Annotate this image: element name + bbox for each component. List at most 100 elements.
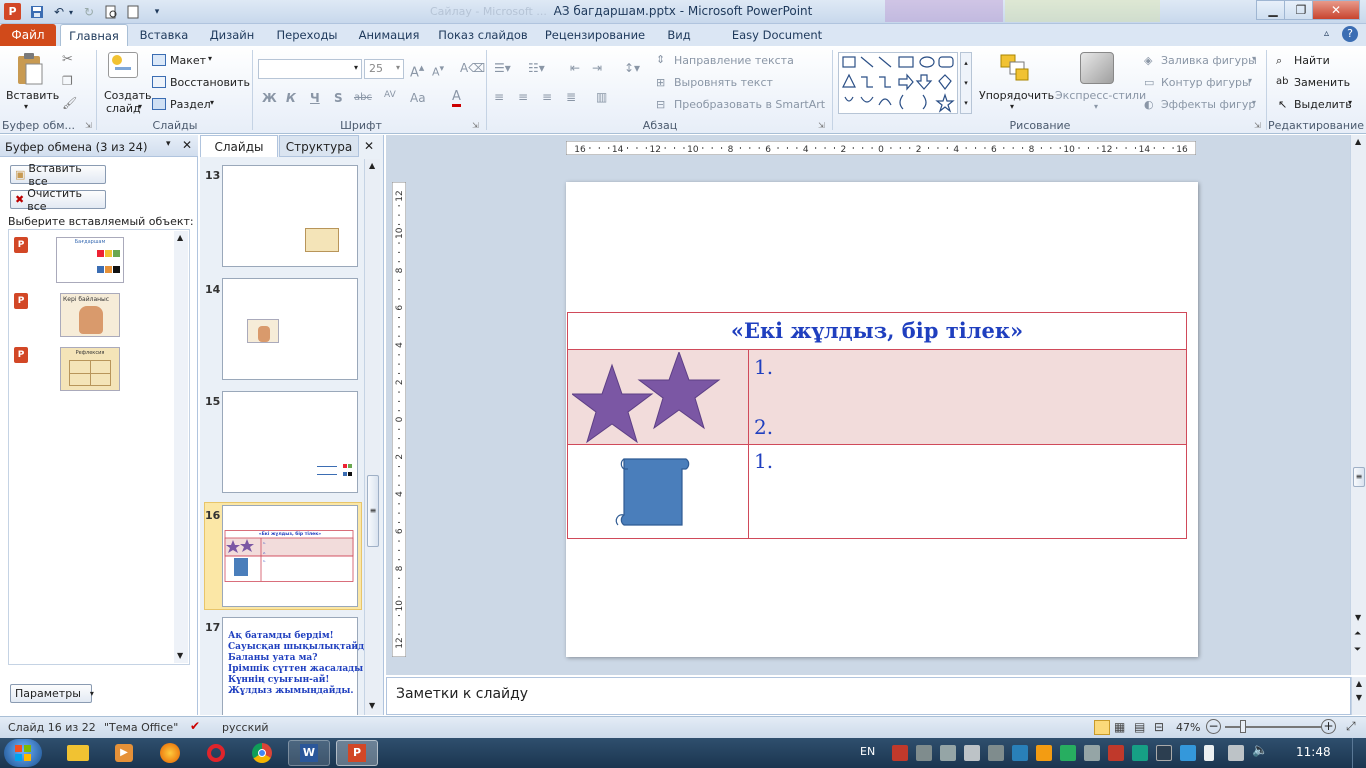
- font-name-field[interactable]: ▾: [258, 59, 362, 79]
- next-slide-icon[interactable]: ⏷: [1354, 645, 1361, 655]
- align-right-icon[interactable]: ≡: [542, 90, 552, 104]
- font-name-dropdown-icon[interactable]: ▾: [354, 63, 358, 72]
- select-dropdown-icon[interactable]: ▾: [1348, 98, 1352, 107]
- smartart-icon[interactable]: ⊟: [656, 98, 665, 111]
- editor-scrollbar[interactable]: ▲ ≡ ▼ ⏶ ⏷: [1350, 135, 1366, 675]
- format-painter-icon[interactable]: 🖌: [62, 96, 77, 110]
- tab-insert[interactable]: Вставка: [134, 24, 194, 46]
- section-button[interactable]: Раздел: [170, 98, 211, 111]
- reset-icon[interactable]: [152, 76, 166, 88]
- tab-slideshow[interactable]: Показ слайдов: [436, 24, 530, 46]
- tab-view[interactable]: Вид: [660, 24, 698, 46]
- tab-transitions[interactable]: Переходы: [270, 24, 344, 46]
- opera-taskbar-icon[interactable]: [196, 740, 236, 766]
- select-icon[interactable]: ↖: [1278, 98, 1287, 111]
- editor-scroll-up-icon[interactable]: ▲: [1355, 137, 1361, 146]
- tab-slides[interactable]: Слайды: [200, 135, 278, 157]
- align-left-icon[interactable]: ≡: [494, 90, 504, 104]
- shape-fill-dropdown-icon[interactable]: ▾: [1252, 54, 1256, 63]
- quick-styles-button[interactable]: Экспресс-стили: [1055, 89, 1146, 102]
- normal-view-icon[interactable]: [1094, 720, 1110, 735]
- slide-title[interactable]: «Екі жұлдыз, бір тілек»: [568, 318, 1186, 343]
- shape-effects-icon[interactable]: ◐: [1144, 98, 1154, 111]
- powerpoint-taskbar-icon[interactable]: P: [336, 740, 378, 766]
- clipboard-item-bagdarsham[interactable]: P Бағдаршам: [10, 235, 180, 287]
- volume-icon[interactable]: 🔈: [1252, 743, 1268, 758]
- clock[interactable]: 11:48: [1296, 745, 1331, 759]
- slides-scroll-thumb[interactable]: ≡: [367, 475, 379, 547]
- layout-dropdown-icon[interactable]: ▾: [208, 54, 212, 63]
- slideshow-view-icon[interactable]: ⊟: [1154, 720, 1164, 734]
- bold-button[interactable]: Ж: [262, 91, 277, 105]
- status-theme[interactable]: "Тема Office": [104, 721, 178, 734]
- row2-item-1[interactable]: 1.: [754, 449, 773, 473]
- layout-button[interactable]: Макет: [170, 54, 206, 67]
- replace-button[interactable]: Заменить: [1294, 76, 1350, 89]
- input-language[interactable]: EN: [860, 745, 875, 758]
- tray-icon-4[interactable]: [964, 745, 980, 761]
- replace-icon[interactable]: ab: [1276, 76, 1288, 87]
- quick-styles-dropdown-icon[interactable]: ▾: [1094, 102, 1098, 111]
- drawing-dialog-launcher-icon[interactable]: ⇲: [1254, 121, 1261, 130]
- tray-icon-13[interactable]: [1180, 745, 1196, 761]
- slide-thumbnail-13[interactable]: [222, 165, 358, 267]
- convert-smartart-button[interactable]: Преобразовать в SmartArt: [674, 98, 825, 111]
- section-dropdown-icon[interactable]: ▾: [210, 98, 214, 107]
- shape-fill-button[interactable]: Заливка фигуры: [1161, 54, 1257, 67]
- notes-scrollbar[interactable]: ▲ ▼: [1351, 677, 1366, 715]
- clipboard-item-reflexia[interactable]: P Рефлексия: [10, 345, 180, 397]
- shrink-font-icon[interactable]: A▾: [432, 63, 444, 79]
- decrease-indent-icon[interactable]: ⇤: [570, 61, 580, 75]
- new-slide-dropdown-icon[interactable]: ▾: [138, 102, 142, 111]
- increase-indent-icon[interactable]: ⇥: [592, 61, 602, 75]
- tray-icon-8[interactable]: [1060, 745, 1076, 761]
- pane-close-icon[interactable]: ✕: [182, 138, 192, 152]
- chrome-taskbar-icon[interactable]: [242, 740, 282, 766]
- zoom-level[interactable]: 47%: [1176, 721, 1200, 734]
- copy-icon[interactable]: ❐: [62, 74, 73, 88]
- explorer-taskbar-icon[interactable]: [58, 740, 98, 766]
- network-icon[interactable]: [1228, 745, 1244, 761]
- tab-home[interactable]: Главная: [60, 24, 128, 46]
- battery-icon[interactable]: [1204, 745, 1214, 761]
- section-icon[interactable]: [152, 98, 166, 110]
- tab-design[interactable]: Дизайн: [200, 24, 264, 46]
- reset-button[interactable]: Восстановить: [170, 76, 250, 89]
- shape-effects-button[interactable]: Эффекты фигур: [1161, 98, 1255, 111]
- shapes-scroll-icon[interactable]: ▴ ▾ ▾: [960, 52, 972, 114]
- shape-outline-icon[interactable]: ▭: [1144, 76, 1154, 89]
- bullets-icon[interactable]: ☰▾: [494, 61, 511, 75]
- tray-icon-7[interactable]: [1036, 745, 1052, 761]
- justify-icon[interactable]: ≣: [566, 90, 576, 104]
- underline-button[interactable]: Ч: [310, 91, 320, 105]
- paste-all-button[interactable]: ▣ Вставить все: [10, 162, 106, 188]
- slide-thumbnail-16[interactable]: «Екі жұлдыз, бір тілек» 1. 2. 1.: [222, 505, 358, 607]
- tray-icon-1[interactable]: [892, 745, 908, 761]
- shape-outline-dropdown-icon[interactable]: ▾: [1248, 76, 1252, 85]
- row1-item-1[interactable]: 1.: [754, 355, 773, 379]
- line-spacing-icon[interactable]: ↕▾: [624, 61, 640, 75]
- paste-button[interactable]: Вставить: [6, 89, 59, 102]
- help-icon[interactable]: ?: [1342, 26, 1358, 42]
- reading-view-icon[interactable]: ▤: [1134, 720, 1145, 734]
- align-text-button[interactable]: Выровнять текст: [674, 76, 773, 89]
- clipboard-item-keri-bailanys[interactable]: P Кері байланыс: [10, 291, 180, 343]
- tab-outline[interactable]: Структура: [279, 135, 359, 157]
- tray-icon-2[interactable]: [916, 745, 932, 761]
- slide-thumbnail-15[interactable]: [222, 391, 358, 493]
- tray-icon-3[interactable]: [940, 745, 956, 761]
- slide-thumbnail-14[interactable]: [222, 278, 358, 380]
- tray-icon-6[interactable]: [1012, 745, 1028, 761]
- find-icon[interactable]: ⌕: [1276, 54, 1282, 68]
- slides-pane-close-icon[interactable]: ✕: [364, 139, 374, 153]
- fit-to-window-icon[interactable]: ⤢: [1346, 719, 1356, 734]
- tray-icon-11[interactable]: [1132, 745, 1148, 761]
- align-center-icon[interactable]: ≡: [518, 90, 528, 104]
- zoom-slider-thumb[interactable]: [1240, 720, 1246, 733]
- notes-pane[interactable]: Заметки к слайду: [386, 677, 1351, 715]
- columns-icon[interactable]: ▥: [596, 90, 607, 104]
- strikethrough-button[interactable]: abc: [354, 92, 372, 103]
- align-text-icon[interactable]: ⊞: [656, 76, 665, 89]
- tab-review[interactable]: Рецензирование: [540, 24, 650, 46]
- two-stars-image[interactable]: [572, 352, 722, 445]
